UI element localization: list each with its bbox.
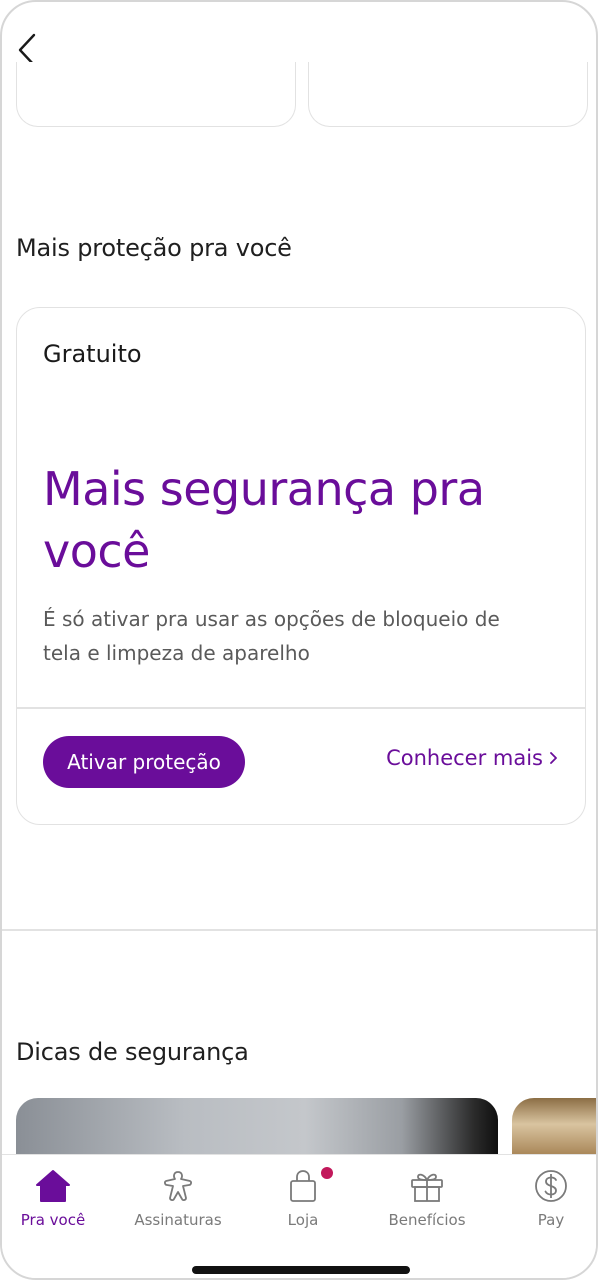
tab-assinaturas[interactable]: Assinaturas — [123, 1169, 233, 1229]
protection-card: Gratuito Mais segurança pra você É só at… — [16, 307, 586, 825]
subscriptions-icon — [164, 1171, 192, 1201]
home-icon — [36, 1170, 70, 1202]
dollar-circle-icon — [535, 1170, 567, 1202]
bottom-tab-bar: Pra você Assinaturas Loja Benefícios Pay — [2, 1154, 596, 1278]
card-divider — [17, 707, 585, 709]
gift-icon — [411, 1173, 443, 1202]
tips-carousel[interactable] — [16, 1098, 596, 1156]
notification-badge — [321, 1167, 333, 1179]
chevron-right-icon — [550, 752, 557, 764]
section-title-tips: Dicas de segurança — [16, 1038, 249, 1066]
tab-label: Pra você — [20, 1211, 86, 1229]
app-screen: Mais proteção pra você Gratuito Mais seg… — [0, 0, 598, 1280]
tab-loja[interactable]: Loja — [248, 1167, 358, 1229]
tab-label: Pay — [537, 1211, 565, 1229]
shopping-bag-icon — [290, 1170, 316, 1202]
learn-more-link[interactable]: Conhecer mais — [386, 746, 559, 770]
protection-description: É só ativar pra usar as opções de bloque… — [43, 607, 500, 665]
tab-label: Loja — [287, 1211, 319, 1229]
section-title-protection: Mais proteção pra você — [16, 234, 292, 262]
tip-card-image[interactable] — [512, 1098, 596, 1156]
home-indicator — [192, 1266, 410, 1274]
tab-pra-voce[interactable]: Pra você — [2, 1169, 108, 1229]
tab-beneficios[interactable]: Benefícios — [372, 1169, 482, 1229]
tier-label: Gratuito — [43, 340, 142, 368]
partial-card-left[interactable] — [16, 62, 296, 127]
tab-label: Benefícios — [388, 1211, 466, 1229]
learn-more-label: Conhecer mais — [386, 746, 543, 770]
tip-card-image[interactable] — [16, 1098, 498, 1156]
tab-pay[interactable]: Pay — [496, 1169, 596, 1229]
tab-label: Assinaturas — [134, 1211, 222, 1229]
section-divider — [2, 929, 596, 931]
partial-card-right[interactable] — [308, 62, 588, 127]
activate-protection-button[interactable]: Ativar proteção — [43, 736, 245, 788]
protection-headline: Mais segurança pra você — [43, 462, 485, 578]
